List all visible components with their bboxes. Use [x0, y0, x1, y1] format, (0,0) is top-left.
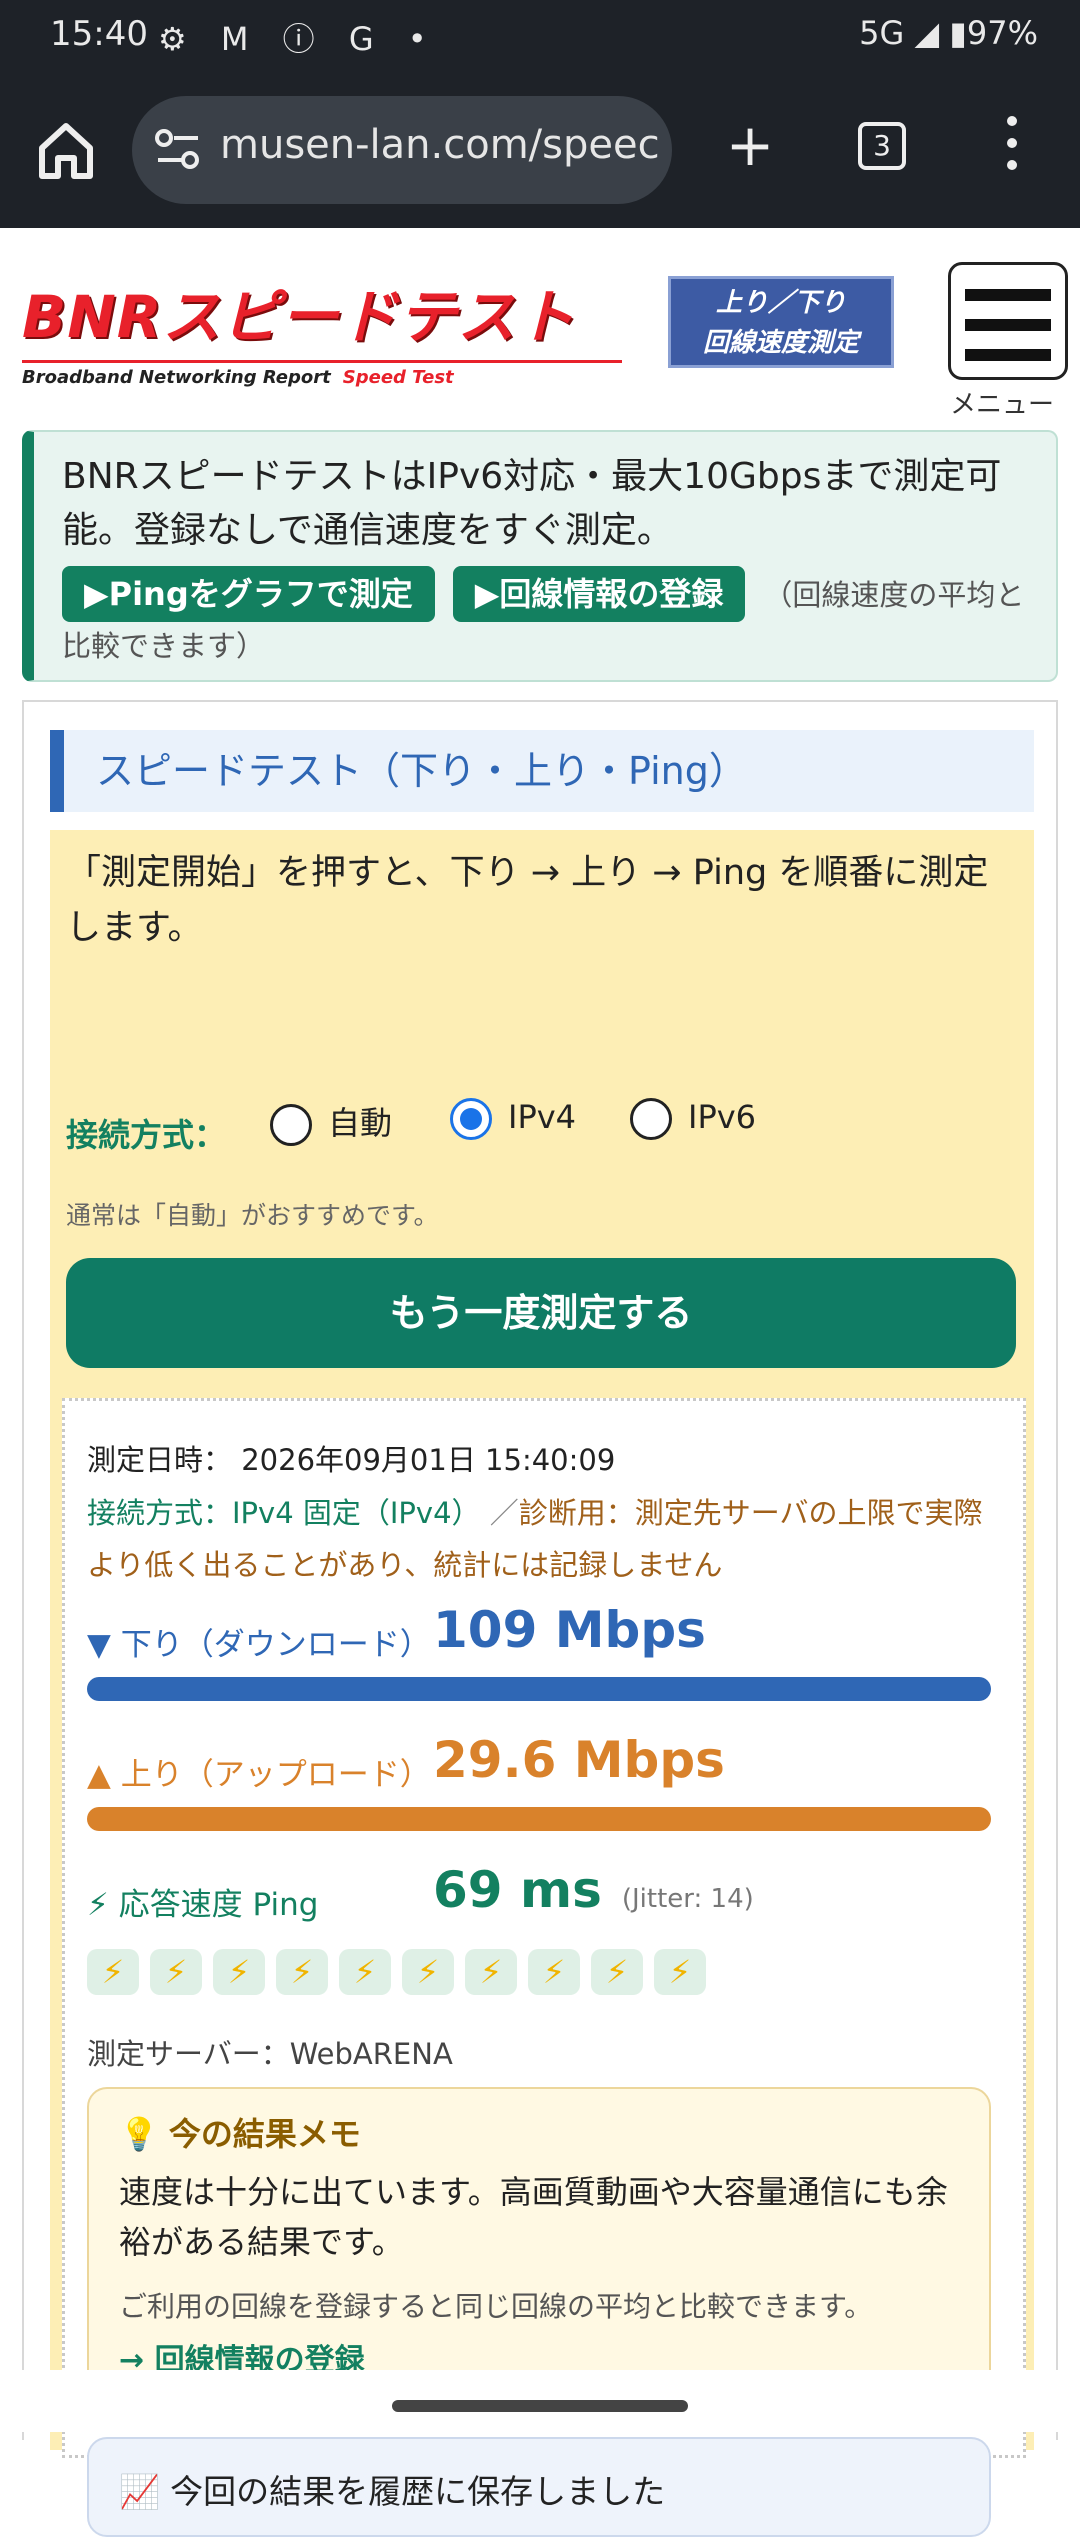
memo-note: ご利用の回線を登録すると同じ回線の平均と比較できます。 — [119, 2290, 873, 2323]
lightbulb-icon: 💡 — [119, 2115, 159, 2153]
connection-label: 接続方式： — [66, 1116, 227, 1154]
info-text: BNRスピードテストはIPv6対応・最大10Gbpsまで測定可能。登録なしで通信… — [62, 456, 1002, 551]
section-title: スピードテスト（下り・上り・Ping） — [50, 730, 1034, 812]
logo-sub-speedtest: Speed Test — [342, 367, 454, 388]
radio-ipv4[interactable]: IPv4 — [450, 1098, 576, 1140]
result-card: 測定日時： 2026年09月01日 15:40:09 接続方式：IPv4 固定（… — [62, 1398, 1026, 2537]
info-box: BNRスピードテストはIPv6対応・最大10Gbpsまで測定可能。登録なしで通信… — [22, 430, 1058, 682]
battery-icon: ▮ — [949, 14, 967, 52]
menu-label: メニュー — [950, 390, 1055, 420]
ping-row: 69 ms (Jitter: 14) — [433, 1861, 754, 1919]
download-bar — [87, 1677, 991, 1701]
address-bar[interactable]: musen-lan.com/speec — [132, 96, 672, 204]
lightning-icon: ⚡ — [87, 1949, 139, 1995]
history-text: 今回の結果を履歴に保存しました — [170, 2472, 666, 2511]
radio-auto-label: 自動 — [328, 1104, 393, 1142]
connection-hint: 通常は「自動」がおすすめです。 — [66, 1201, 439, 1230]
ping-label: ⚡ 応答速度 Ping — [87, 1887, 319, 1923]
home-button[interactable] — [34, 118, 98, 182]
connection-info: 接続方式：IPv4 固定（IPv4） — [87, 1496, 481, 1530]
ping-graph-button[interactable]: ▶Pingをグラフで測定 — [62, 566, 435, 622]
url-text: musen-lan.com/speec — [220, 122, 660, 168]
site-settings-icon — [155, 129, 199, 169]
speedtest-panel: スピードテスト（下り・上り・Ping） 「測定開始」を押すと、下り → 上り →… — [22, 700, 1058, 2537]
retest-button[interactable]: もう一度測定する — [66, 1258, 1016, 1368]
download-value: 109 Mbps — [433, 1601, 706, 1659]
battery-percent: 97% — [966, 14, 1038, 52]
radio-ipv6[interactable]: IPv6 — [630, 1098, 756, 1140]
diag-separator: ／ — [489, 1496, 519, 1530]
badge-line2: 回線速度測定 — [702, 328, 859, 358]
browser-menu-button[interactable] — [1000, 116, 1024, 180]
badge-line1: 上り／下り — [715, 288, 846, 318]
home-gesture-handle[interactable] — [392, 2400, 688, 2412]
ping-rating: ⚡ ⚡ ⚡ ⚡ ⚡ ⚡ ⚡ ⚡ ⚡ ⚡ — [87, 1949, 717, 1995]
diagnostic-note: 接続方式：IPv4 固定（IPv4） ／診断用：測定先サーバの上限で実際より低く… — [87, 1487, 1007, 1591]
memo-title: 今の結果メモ — [168, 2115, 361, 2153]
lightning-icon: ⚡ — [402, 1949, 454, 1995]
logo-sub-text: Broadband Networking Report — [22, 367, 331, 388]
status-right: 5G ◢ ▮97% — [859, 14, 1038, 52]
register-line-button[interactable]: ▶回線情報の登録 — [452, 566, 746, 622]
home-icon — [39, 123, 93, 179]
radio-circle — [630, 1098, 672, 1140]
upload-bar — [87, 1807, 991, 1831]
intro-text: 「測定開始」を押すと、下り → 上り → Ping を順番に測定します。 — [66, 853, 989, 948]
logo-divider — [22, 360, 622, 363]
ping-value: 69 ms — [433, 1861, 602, 1919]
gesture-bar — [0, 2370, 1080, 2432]
upload-label: ▲ 上り（アップロード） — [87, 1757, 431, 1793]
chart-icon: 📈 — [119, 2472, 161, 2511]
memo-body: 速度は十分に出ています。高画質動画や大容量通信にも余裕がある結果です。 — [119, 2173, 948, 2261]
memo-title-row: 💡 今の結果メモ — [119, 2109, 959, 2155]
upload-value: 29.6 Mbps — [433, 1731, 725, 1789]
lightning-icon: ⚡ — [591, 1949, 643, 1995]
new-tab-button[interactable]: + — [720, 116, 780, 176]
lightning-icon: ⚡ — [213, 1949, 265, 1995]
radio-ipv6-label: IPv6 — [688, 1098, 757, 1136]
status-time: 15:40 — [50, 14, 148, 54]
test-area: 「測定開始」を押すと、下り → 上り → Ping を順番に測定します。 接続方… — [50, 830, 1034, 2537]
download-label: ▼ 下り（ダウンロード） — [87, 1627, 431, 1663]
lightning-icon: ⚡ — [339, 1949, 391, 1995]
browser-toolbar: musen-lan.com/speec + 3 — [0, 72, 1080, 228]
lightning-icon: ⚡ — [654, 1949, 706, 1995]
radio-auto[interactable]: 自動 — [270, 1098, 392, 1146]
status-notification-icons: ⚙ M ⓘ G • — [158, 20, 439, 58]
history-saved-box: 📈 今回の結果を履歴に保存しました — [87, 2437, 991, 2537]
jitter-value: (Jitter: 14) — [621, 1884, 754, 1914]
radio-circle-selected — [450, 1098, 492, 1140]
radio-ipv4-label: IPv4 — [508, 1098, 577, 1136]
logo-subtitle: Broadband Networking Report Speed Test — [22, 367, 622, 388]
radio-circle — [270, 1104, 312, 1146]
server-name: 測定サーバー：WebARENA — [87, 2037, 453, 2071]
lightning-icon: ⚡ — [528, 1949, 580, 1995]
logo-title: BNRスピードテスト — [22, 283, 576, 351]
measured-datetime: 測定日時： 2026年09月01日 15:40:09 — [87, 1443, 616, 1477]
info-actions: ▶Pingをグラフで測定 ▶回線情報の登録 （回線速度の平均と比較できます） — [62, 566, 1038, 670]
speed-badge: 上り／下り 回線速度測定 — [668, 276, 894, 368]
result-memo: 💡 今の結果メモ 速度は十分に出ています。高画質動画や大容量通信にも余裕がある結果… — [87, 2087, 991, 2407]
status-bar: 15:40 ⚙ M ⓘ G • 5G ◢ ▮97% — [0, 0, 1080, 72]
hamburger-menu-button[interactable] — [948, 262, 1068, 380]
tab-switcher-button[interactable]: 3 — [858, 122, 906, 170]
lightning-icon: ⚡ — [150, 1949, 202, 1995]
lightning-icon: ⚡ — [465, 1949, 517, 1995]
lightning-icon: ⚡ — [276, 1949, 328, 1995]
network-label: 5G — [859, 14, 905, 52]
signal-icon: ◢ — [914, 14, 940, 52]
site-logo[interactable]: BNRスピードテスト Broadband Networking Report Sp… — [22, 270, 622, 388]
